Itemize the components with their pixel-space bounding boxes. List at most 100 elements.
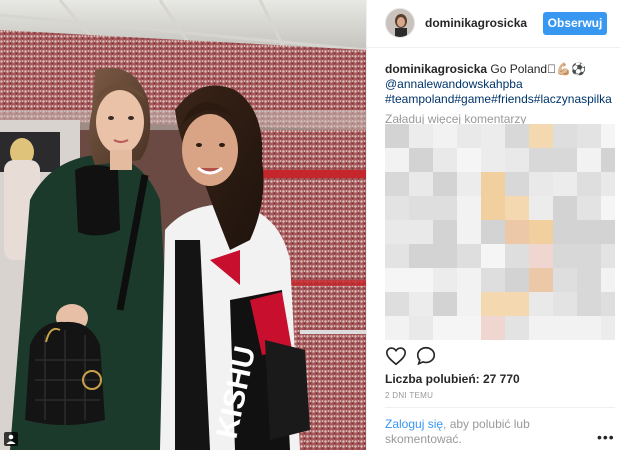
blur-cell [409, 292, 433, 316]
blur-cell [457, 124, 481, 148]
blur-cell [601, 292, 615, 316]
comments-blurred [367, 124, 620, 344]
blur-cell [553, 124, 577, 148]
speech-bubble-icon[interactable] [415, 345, 437, 367]
blur-cell [529, 292, 553, 316]
blur-cell [457, 148, 481, 172]
blur-cell [553, 244, 577, 268]
blur-cell [577, 316, 601, 340]
blur-cell [457, 220, 481, 244]
blur-cell [385, 148, 409, 172]
blur-cell [481, 244, 505, 268]
post-photo[interactable]: KISHU [0, 0, 366, 450]
blur-cell [577, 244, 601, 268]
blur-cell [433, 268, 457, 292]
blur-cell [553, 316, 577, 340]
blur-cell [577, 292, 601, 316]
likes-count[interactable]: Liczba polubień: 27 770 [385, 372, 520, 386]
blur-cell [385, 316, 409, 340]
blur-cell [505, 148, 529, 172]
blur-cell [577, 196, 601, 220]
login-link[interactable]: Zaloguj się [385, 417, 443, 431]
post-date[interactable]: 2 DNI TEMU [385, 391, 433, 400]
blur-cell [433, 220, 457, 244]
blur-cell [409, 124, 433, 148]
blur-cell [409, 268, 433, 292]
blur-cell [481, 268, 505, 292]
blur-cell [433, 292, 457, 316]
caption-text: Go Poland🏼💪🏼⚽ [490, 62, 586, 76]
avatar[interactable] [385, 8, 415, 38]
login-prompt: Zaloguj się, aby polubić lub skomentować… [385, 417, 585, 447]
blur-cell [385, 124, 409, 148]
blur-cell [385, 172, 409, 196]
post-caption: dominikagrosicka Go Poland🏼💪🏼⚽ @annalewa… [385, 62, 612, 107]
blur-cell [553, 196, 577, 220]
blur-cell [529, 244, 553, 268]
blur-cell [601, 220, 615, 244]
blur-cell [457, 292, 481, 316]
blur-cell [601, 244, 615, 268]
blur-cell [505, 244, 529, 268]
blur-cell [553, 292, 577, 316]
caption-hashtags[interactable]: #teampoland#game#friends#laczynaspilka [385, 92, 612, 106]
blur-cell [529, 268, 553, 292]
blur-cell [577, 124, 601, 148]
follow-button[interactable]: Obserwuj [543, 12, 607, 35]
blur-cell [409, 316, 433, 340]
blur-cell [457, 244, 481, 268]
pixelated-comments [385, 124, 615, 340]
heart-outline-icon[interactable] [385, 345, 407, 367]
blur-cell [481, 124, 505, 148]
blur-cell [553, 148, 577, 172]
blur-cell [433, 124, 457, 148]
blur-cell [409, 244, 433, 268]
blur-cell [505, 124, 529, 148]
blur-cell [433, 316, 457, 340]
blur-cell [385, 244, 409, 268]
blur-cell [457, 268, 481, 292]
blur-cell [529, 148, 553, 172]
blur-cell [505, 172, 529, 196]
post-actions [385, 345, 615, 369]
blur-cell [553, 172, 577, 196]
blur-cell [505, 220, 529, 244]
blur-cell [529, 196, 553, 220]
blur-cell [457, 172, 481, 196]
blur-cell [577, 220, 601, 244]
blur-cell [481, 292, 505, 316]
blur-cell [385, 292, 409, 316]
blur-cell [481, 172, 505, 196]
username-link[interactable]: dominikagrosicka [425, 16, 527, 30]
post-header: dominikagrosicka Obserwuj [367, 0, 620, 48]
caption-username[interactable]: dominikagrosicka [385, 62, 487, 76]
blur-cell [577, 148, 601, 172]
blur-cell [457, 196, 481, 220]
blur-cell [409, 172, 433, 196]
blur-cell [385, 268, 409, 292]
blur-cell [481, 220, 505, 244]
person-tag-icon[interactable] [4, 432, 18, 446]
post-side-panel: dominikagrosicka Obserwuj dominikagrosic… [366, 0, 620, 450]
blur-cell [601, 316, 615, 340]
blur-cell [433, 172, 457, 196]
blur-cell [433, 148, 457, 172]
blur-cell [385, 196, 409, 220]
blur-cell [505, 196, 529, 220]
blur-cell [529, 220, 553, 244]
ellipsis-icon[interactable]: ••• [597, 430, 615, 444]
blur-cell [529, 124, 553, 148]
blur-cell [553, 268, 577, 292]
blur-cell [601, 124, 615, 148]
blur-cell [457, 316, 481, 340]
blur-cell [505, 316, 529, 340]
blur-cell [505, 268, 529, 292]
blur-cell [553, 220, 577, 244]
blur-cell [481, 148, 505, 172]
blur-cell [577, 268, 601, 292]
blur-cell [505, 292, 529, 316]
blur-cell [409, 148, 433, 172]
photo-illustration: KISHU [0, 0, 366, 450]
blur-cell [433, 196, 457, 220]
caption-mention[interactable]: @annalewandowskahpba [385, 77, 523, 91]
